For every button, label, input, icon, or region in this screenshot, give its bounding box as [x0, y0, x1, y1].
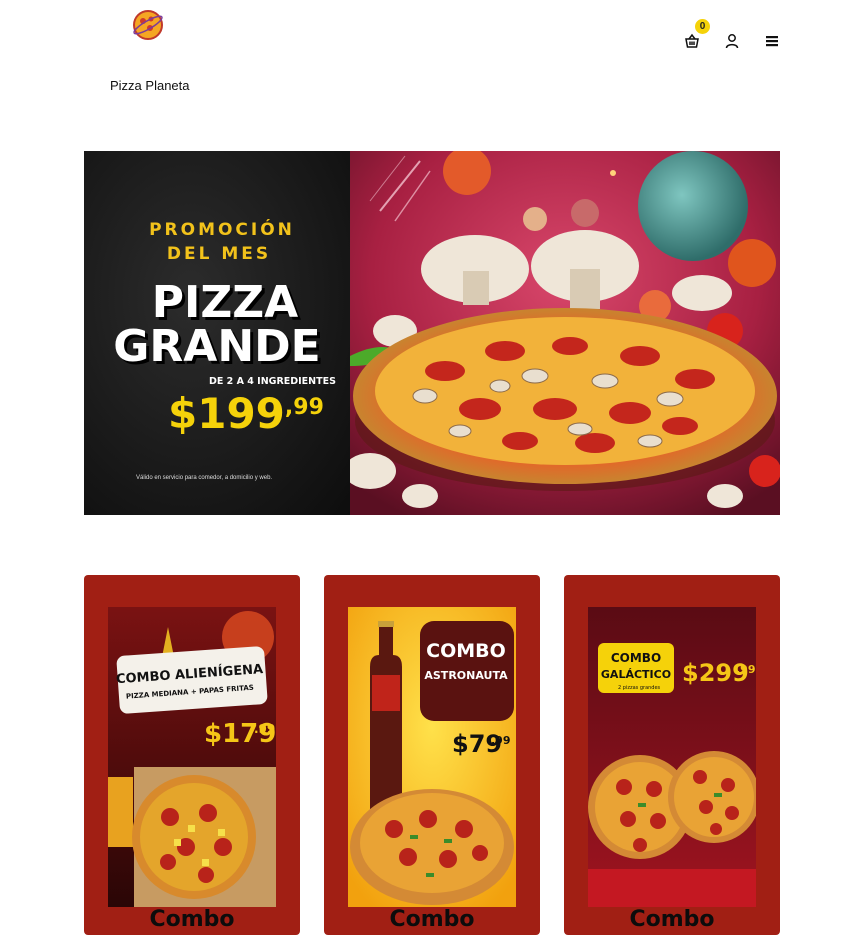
combo-astronauta-image: COMBO ASTRONAUTA $79 .99 [348, 607, 516, 907]
promo-text-panel: PROMOCIÓN DEL MES PIZZA GRANDE DE 2 A 4 … [84, 151, 350, 515]
combo-galactico-image: COMBO GALÁCTICO 2 pizzas grandes $299 .9… [588, 607, 756, 907]
combo-astronauta-cents: .99 [491, 734, 511, 747]
combo-astronauta-label-1: COMBO [426, 640, 506, 662]
combo-galactico-label-1: COMBO [611, 651, 661, 665]
promo-price-cents: ,99 [284, 395, 324, 420]
combo-galactico-label-2: GALÁCTICO [601, 668, 671, 681]
combo-card-galactico[interactable]: COMBO GALÁCTICO 2 pizzas grandes $299 .9… [564, 575, 780, 935]
promo-price: $199,99 [168, 389, 324, 438]
cart-count-badge: 0 [695, 19, 710, 34]
combo-card-astronauta[interactable]: COMBO ASTRONAUTA $79 .99 Combo [324, 575, 540, 935]
promo-line-2: DEL MES [166, 244, 272, 264]
combo-alienigena-cents: .99 [254, 722, 275, 736]
ingredients-text: DE 2 A 4 INGREDIENTES [209, 376, 336, 387]
promo-line-1: PROMOCIÓN [149, 220, 295, 240]
combo-card-title: Combo [149, 907, 235, 932]
combo-alienigena-image: COMBO ALIENÍGENA PIZZA MEDIANA + PAPAS F… [108, 607, 276, 907]
pizza-space-image [344, 151, 780, 515]
site-header: Pizza Planeta 0 [0, 0, 847, 110]
headline-grande: GRANDE [113, 321, 321, 372]
user-icon[interactable] [721, 30, 743, 52]
combo-card-title: Combo [629, 907, 715, 932]
promo-price-main: $199 [168, 389, 285, 438]
combo-galactico-sub: 2 pizzas grandes [618, 685, 661, 691]
pizza-planet-logo-icon[interactable] [131, 8, 165, 42]
combo-card-alienigena[interactable]: COMBO ALIENÍGENA PIZZA MEDIANA + PAPAS F… [84, 575, 300, 935]
combo-card-title: Combo [389, 907, 475, 932]
brand-name[interactable]: Pizza Planeta [110, 78, 190, 93]
legal-note: Válido en servicio para comedor, a domic… [136, 475, 273, 481]
promo-banner[interactable]: PROMOCIÓN DEL MES PIZZA GRANDE DE 2 A 4 … [84, 151, 780, 515]
combo-galactico-cents: .99 [736, 663, 756, 676]
hamburger-menu-icon[interactable] [761, 30, 783, 52]
combo-astronauta-label-2: ASTRONAUTA [424, 669, 508, 682]
